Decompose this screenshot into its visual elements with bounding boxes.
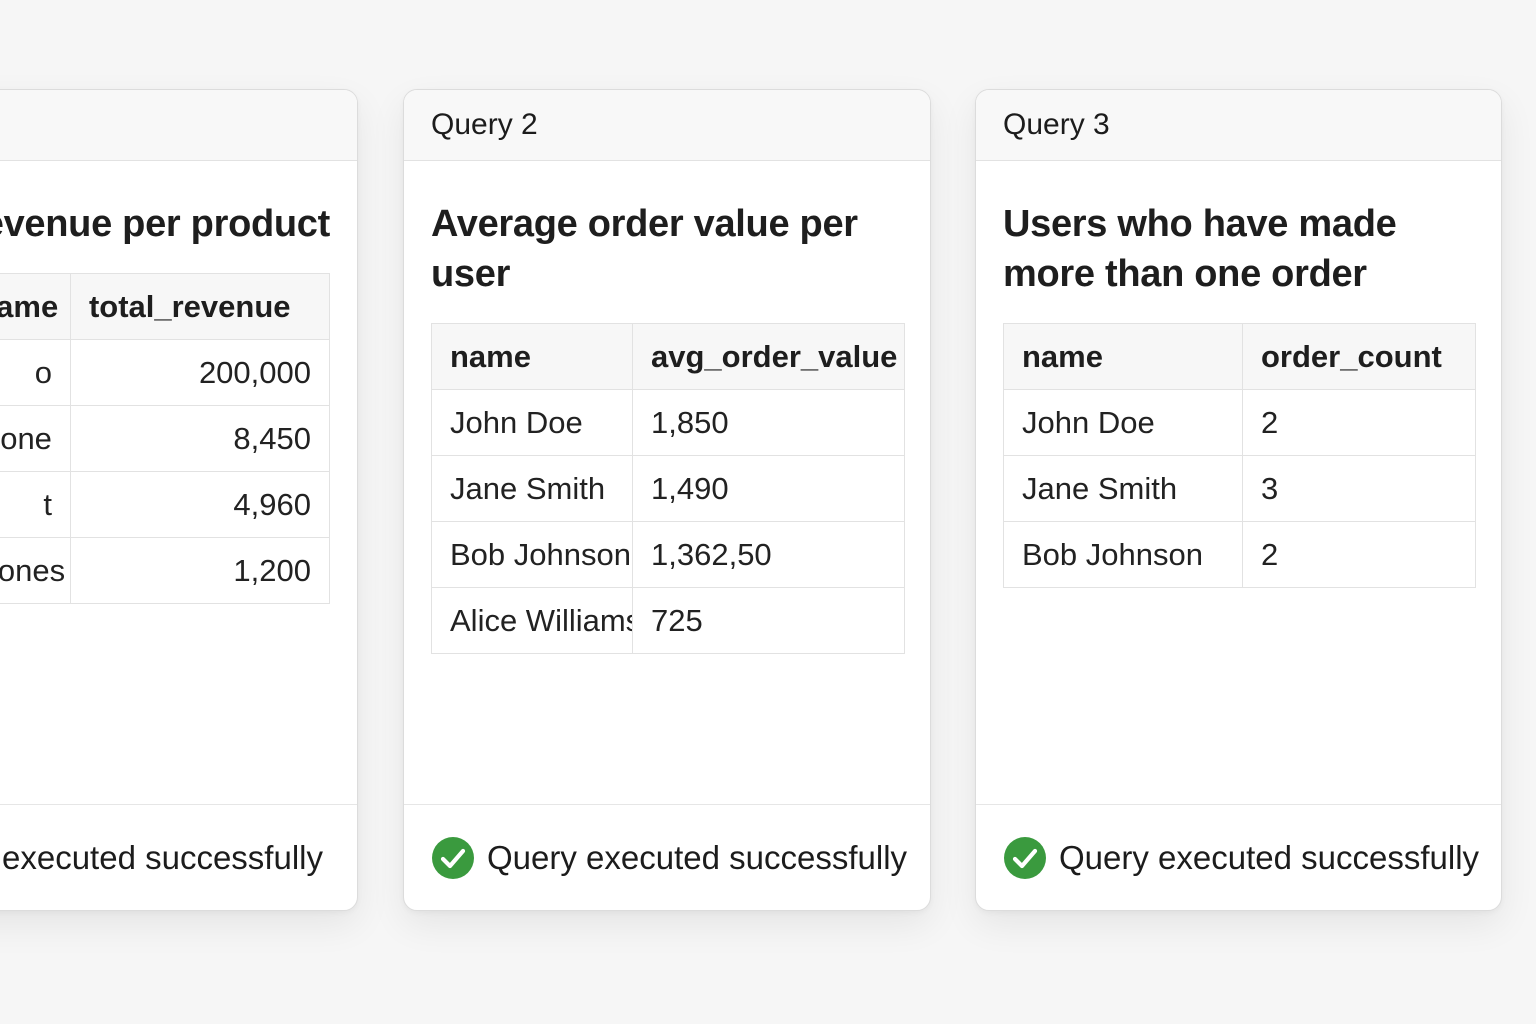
table-cell: 200,000 — [69, 339, 331, 406]
table-row: Bob Johnson 1,362,50 — [431, 521, 905, 588]
status-bar: y executed successfully — [0, 804, 357, 910]
table-cell: Jane Smith — [1003, 455, 1243, 522]
table-cell: Alice Williams — [431, 587, 633, 654]
query-card-3: Query 3 Users who have made more than on… — [975, 89, 1502, 911]
query-card-2: Query 2 Average order value per user nam… — [403, 89, 931, 911]
table-cell: 1,490 — [632, 455, 905, 522]
table-row: Jane Smith 1,490 — [431, 455, 905, 522]
table-cell: 3 — [1242, 455, 1476, 522]
check-circle-icon — [1004, 836, 1046, 879]
results-table: name order_count John Doe 2 Jane Smith 3… — [1003, 323, 1476, 588]
card-header — [0, 90, 357, 161]
table-cell: o — [0, 339, 71, 406]
card-body: evenue per product _name total_revenue o… — [0, 161, 330, 604]
card-header: Query 3 — [976, 90, 1501, 161]
table-row: Phones 1,200 — [0, 537, 331, 604]
table-cell: 1,850 — [632, 389, 905, 456]
table-header-row: _name total_revenue — [0, 273, 331, 340]
check-circle-icon — [432, 836, 474, 879]
card-body: Users who have made more than one order … — [1003, 161, 1476, 588]
column-header: total_revenue — [69, 273, 331, 340]
table-cell: Jane Smith — [431, 455, 633, 522]
table-cell: phone — [0, 405, 71, 472]
query-card-1: evenue per product _name total_revenue o… — [0, 89, 358, 911]
status-bar: Query executed successfully — [976, 804, 1501, 910]
table-row: Jane Smith 3 — [1003, 455, 1476, 522]
card-header-label: Query 3 — [1003, 108, 1110, 141]
table-cell: 1,362,50 — [632, 521, 905, 588]
table-cell: 725 — [632, 587, 905, 654]
column-header: avg_order_value — [632, 323, 905, 390]
results-table: _name total_revenue o 200,000 phone 8,45… — [0, 273, 331, 604]
status-message: y executed successfully — [0, 838, 323, 876]
table-header-row: name avg_order_value — [431, 323, 905, 390]
status-message: Query executed successfully — [487, 838, 908, 876]
table-row: Alice Williams 725 — [431, 587, 905, 654]
table-row: o 200,000 — [0, 339, 331, 406]
card-header: Query 2 — [404, 90, 930, 161]
table-header-row: name order_count — [1003, 323, 1476, 390]
query-title: Users who have made more than one order — [1003, 203, 1397, 295]
column-header: _name — [0, 273, 71, 340]
query-title: Average order value per user — [431, 203, 858, 295]
column-header: name — [431, 323, 633, 390]
table-cell: 1,200 — [69, 537, 331, 604]
table-row: t 4,960 — [0, 471, 331, 538]
table-cell: 8,450 — [69, 405, 331, 472]
table-cell: 4,960 — [69, 471, 331, 538]
results-table: name avg_order_value John Doe 1,850 Jane… — [431, 323, 905, 654]
table-cell: Bob Johnson — [1003, 521, 1243, 588]
card-header-label: Query 2 — [431, 108, 538, 141]
table-cell: John Doe — [1003, 389, 1243, 456]
table-cell: t — [0, 471, 71, 538]
table-row: John Doe 1,850 — [431, 389, 905, 456]
table-row: phone 8,450 — [0, 405, 331, 472]
table-cell: Phones — [0, 537, 71, 604]
table-row: Bob Johnson 2 — [1003, 521, 1476, 588]
status-message: Query executed successfully — [1059, 838, 1480, 876]
table-cell: Bob Johnson — [431, 521, 633, 588]
column-header: name — [1003, 323, 1243, 390]
card-body: Average order value per user name avg_or… — [431, 161, 905, 654]
column-header: order_count — [1242, 323, 1476, 390]
table-cell: 2 — [1242, 389, 1476, 456]
table-row: John Doe 2 — [1003, 389, 1476, 456]
table-cell: 2 — [1242, 521, 1476, 588]
status-bar: Query executed successfully — [404, 804, 930, 910]
table-cell: John Doe — [431, 389, 633, 456]
query-title: evenue per product — [0, 203, 330, 245]
